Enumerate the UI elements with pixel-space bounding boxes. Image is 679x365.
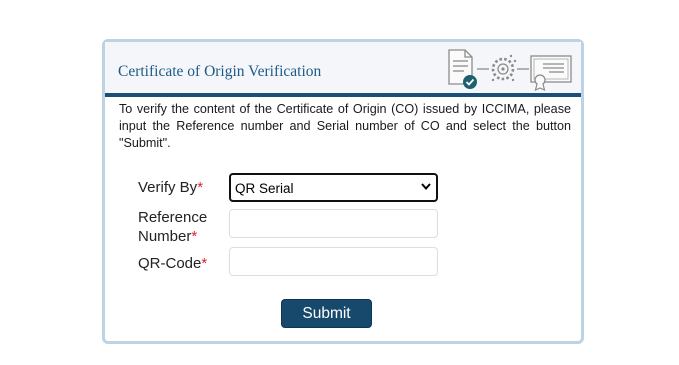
qr-code-label-text: QR-Code xyxy=(138,255,202,272)
process-icons xyxy=(448,49,572,91)
verify-by-selected-value: QR Serial xyxy=(235,181,294,196)
instructions-text: To verify the content of the Certificate… xyxy=(119,102,571,150)
submit-button[interactable]: Submit xyxy=(281,299,372,328)
page-title: Certificate of Origin Verification xyxy=(118,63,322,80)
document-check-icon xyxy=(448,49,477,89)
verify-by-label: Verify By* xyxy=(138,178,203,197)
required-asterisk: * xyxy=(197,179,204,196)
verify-by-label-text: Verify By xyxy=(138,179,198,196)
required-asterisk: * xyxy=(191,228,198,245)
verification-card: Certificate of Origin Verification To ve… xyxy=(102,39,584,344)
required-asterisk: * xyxy=(201,255,208,272)
reference-label-line2: Number xyxy=(138,228,192,245)
reference-number-label: Reference Number* xyxy=(138,208,207,246)
reference-number-input[interactable] xyxy=(229,209,438,238)
reference-label-line1: Reference xyxy=(138,209,208,226)
certificate-icon xyxy=(530,55,572,91)
qr-code-input[interactable] xyxy=(229,247,438,276)
chevron-down-icon xyxy=(421,183,431,190)
qr-code-label: QR-Code* xyxy=(138,254,207,273)
verify-by-select[interactable]: QR Serial xyxy=(229,173,438,202)
gear-process-icon xyxy=(491,54,517,82)
card-header: Certificate of Origin Verification xyxy=(105,42,581,97)
